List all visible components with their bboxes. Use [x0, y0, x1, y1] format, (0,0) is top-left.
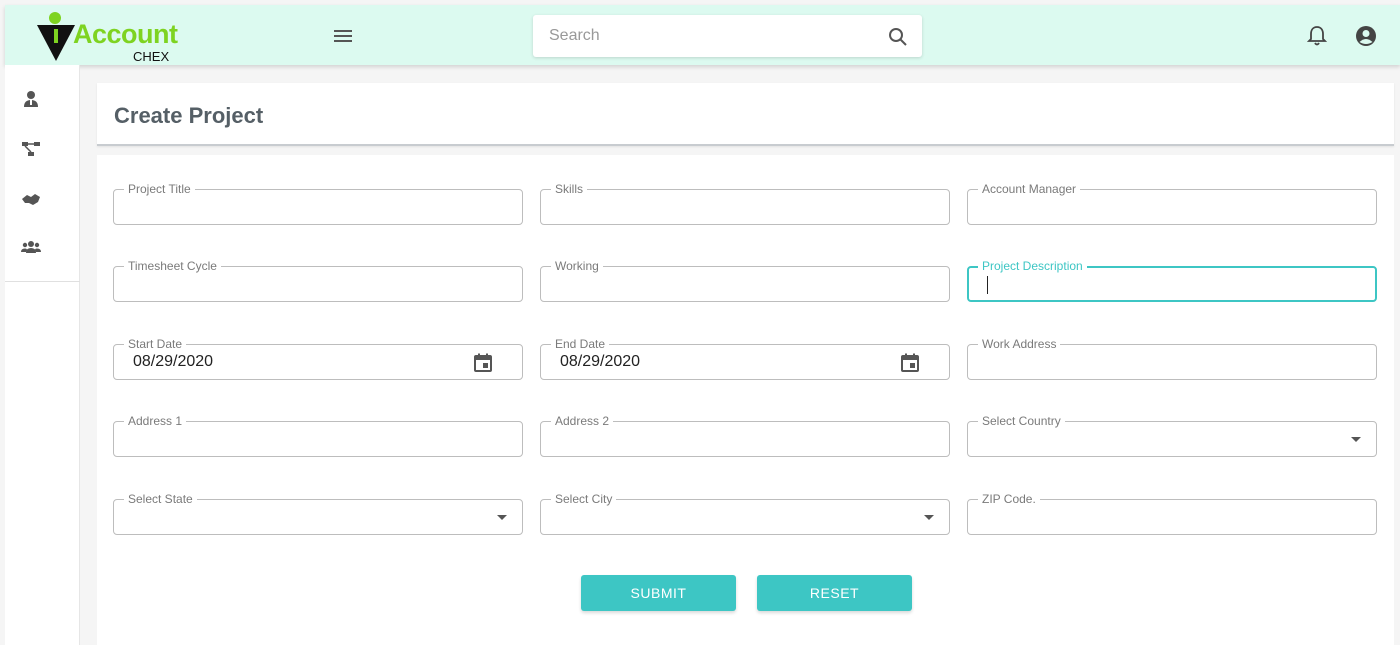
end-date-value: 08/29/2020 [560, 353, 641, 370]
project-title-label: Project Title [124, 181, 195, 197]
handshake-icon[interactable] [21, 189, 41, 209]
skills-label: Skills [551, 181, 588, 197]
project-description-label: Project Description [978, 258, 1087, 274]
logo-subtext: CHEX [133, 49, 170, 64]
form-card [97, 155, 1394, 645]
search-input[interactable] [533, 15, 853, 57]
country-label: Select Country [978, 413, 1065, 429]
account-manager-field[interactable]: Account Manager [967, 181, 1377, 225]
calendar-icon[interactable] [473, 353, 493, 373]
city-select[interactable]: Select City [540, 491, 950, 535]
project-title-field[interactable]: Project Title [113, 181, 523, 225]
search-icon[interactable] [888, 27, 908, 47]
project-description-field[interactable]: Project Description [967, 258, 1377, 302]
calendar-icon[interactable] [900, 353, 920, 373]
zip-code-field[interactable]: ZIP Code. [967, 491, 1377, 535]
timesheet-cycle-label: Timesheet Cycle [124, 258, 221, 274]
work-address-field[interactable]: Work Address [967, 336, 1377, 380]
address2-field[interactable]: Address 2 [540, 413, 950, 457]
working-field[interactable]: Working [540, 258, 950, 302]
account-manager-label: Account Manager [978, 181, 1081, 197]
end-date-field[interactable]: End Date 08/29/2020 [540, 336, 950, 380]
address1-field[interactable]: Address 1 [113, 413, 523, 457]
country-select[interactable]: Select Country [967, 413, 1377, 457]
address2-label: Address 2 [551, 413, 614, 429]
sidebar-divider [5, 281, 80, 282]
bell-icon[interactable] [1307, 25, 1327, 47]
address1-label: Address 1 [124, 413, 187, 429]
app-logo[interactable]: Account CHEX [35, 11, 185, 64]
skills-field[interactable]: Skills [540, 181, 950, 225]
reset-button[interactable]: RESET [757, 575, 912, 611]
working-label: Working [551, 258, 603, 274]
user-tie-icon[interactable] [21, 89, 41, 109]
timesheet-cycle-field[interactable]: Timesheet Cycle [113, 258, 523, 302]
page-title: Create Project [114, 103, 264, 128]
state-label: Select State [124, 491, 197, 507]
sitemap-icon[interactable] [21, 139, 41, 159]
sidebar [5, 65, 80, 645]
page-header: Create Project [97, 83, 1394, 146]
state-select[interactable]: Select State [113, 491, 523, 535]
work-address-label: Work Address [978, 336, 1061, 352]
top-bar: Account CHEX [5, 5, 1400, 65]
zip-code-label: ZIP Code. [978, 491, 1040, 507]
search-box [533, 15, 922, 57]
logo-text: Account [73, 19, 178, 49]
dropdown-arrow-icon[interactable] [924, 515, 934, 520]
start-date-value: 08/29/2020 [133, 353, 214, 370]
start-date-field[interactable]: Start Date 08/29/2020 [113, 336, 523, 380]
users-icon[interactable] [21, 237, 41, 257]
dropdown-arrow-icon[interactable] [497, 515, 507, 520]
submit-button[interactable]: SUBMIT [581, 575, 736, 611]
text-cursor [987, 276, 988, 294]
end-date-label: End Date [551, 336, 610, 352]
start-date-label: Start Date [124, 336, 187, 352]
account-circle-icon[interactable] [1355, 25, 1377, 47]
dropdown-arrow-icon[interactable] [1351, 437, 1361, 442]
city-label: Select City [551, 491, 617, 507]
hamburger-menu-icon[interactable] [330, 23, 356, 49]
